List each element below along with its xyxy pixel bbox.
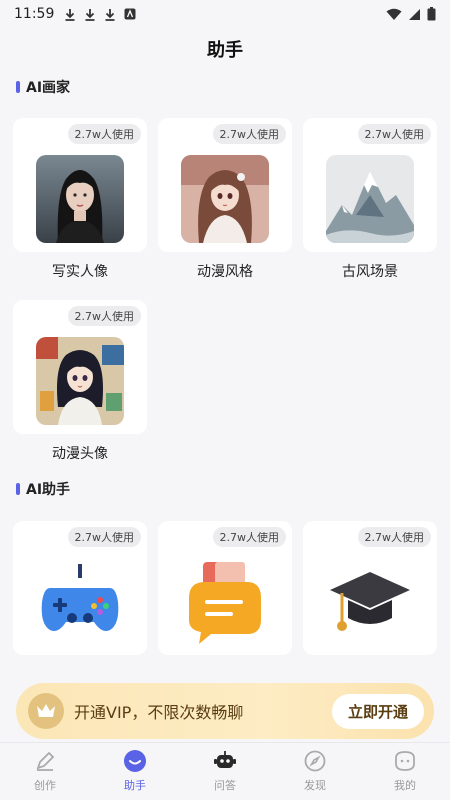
section-accent-bar — [16, 81, 20, 93]
wifi-icon — [386, 8, 402, 21]
app-notification-icon — [124, 8, 136, 21]
tab-mine[interactable]: 我的 — [360, 743, 450, 800]
face-icon — [392, 748, 418, 774]
usage-badge: 2.7w人使用 — [212, 527, 286, 547]
gamepad-icon — [36, 558, 124, 646]
robot-icon — [212, 748, 238, 774]
tab-assistant[interactable]: 助手 — [90, 743, 180, 800]
compass-icon — [302, 748, 328, 774]
card-label: 写实人像 — [52, 264, 108, 280]
crown-icon — [28, 693, 64, 729]
section-accent-bar — [16, 483, 20, 495]
card-label: 动漫头像 — [52, 446, 108, 462]
section-title: AI画家 — [26, 80, 71, 96]
tab-label: 助手 — [124, 779, 146, 792]
vip-open-button[interactable]: 立即开通 — [331, 693, 424, 729]
anime-style-image — [181, 155, 269, 243]
tab-label: 发现 — [304, 779, 326, 792]
ancient-landscape-image — [326, 155, 414, 243]
tab-label: 我的 — [394, 779, 416, 792]
card-anime-style[interactable]: 2.7w人使用 — [158, 118, 292, 252]
download-icon — [104, 8, 116, 21]
usage-badge: 2.7w人使用 — [67, 527, 141, 547]
anime-avatar-image — [36, 337, 124, 425]
vip-banner[interactable]: 开通VIP，不限次数畅聊 立即开通 — [16, 683, 434, 739]
smile-icon — [122, 748, 148, 774]
card-study-assistant[interactable]: 2.7w人使用 — [303, 521, 437, 655]
card-game-assistant[interactable]: 2.7w人使用 — [13, 521, 147, 655]
usage-badge: 2.7w人使用 — [357, 527, 431, 547]
download-icon — [84, 8, 96, 21]
battery-icon — [427, 7, 436, 21]
card-label: 古风场景 — [342, 264, 398, 280]
card-label: 动漫风格 — [197, 264, 253, 280]
usage-badge: 2.7w人使用 — [212, 124, 286, 144]
page-title: 助手 — [207, 40, 243, 61]
card-ancient-landscape[interactable]: 2.7w人使用 — [303, 118, 437, 252]
graduation-cap-icon — [326, 558, 414, 646]
pencil-icon — [32, 748, 58, 774]
signal-icon — [408, 8, 421, 21]
status-time: 11:59 — [14, 6, 55, 22]
usage-badge: 2.7w人使用 — [67, 306, 141, 326]
tab-label: 创作 — [34, 779, 56, 792]
notification-icons — [64, 8, 136, 21]
bottom-tab-bar: 创作 助手 问答 发现 我的 — [0, 742, 450, 800]
card-realistic-portrait[interactable]: 2.7w人使用 — [13, 118, 147, 252]
tab-discover[interactable]: 发现 — [270, 743, 360, 800]
book-chat-icon — [181, 558, 269, 646]
tab-create[interactable]: 创作 — [0, 743, 90, 800]
section-header-ai-assistant: AI助手 — [16, 479, 70, 499]
download-icon — [64, 8, 76, 21]
realistic-portrait-image — [36, 155, 124, 243]
section-header-ai-painter: AI画家 — [16, 77, 70, 97]
tab-qa[interactable]: 问答 — [180, 743, 270, 800]
section-title: AI助手 — [26, 482, 71, 498]
card-anime-avatar[interactable]: 2.7w人使用 — [13, 300, 147, 434]
card-book-assistant[interactable]: 2.7w人使用 — [158, 521, 292, 655]
tab-label: 问答 — [214, 779, 236, 792]
usage-badge: 2.7w人使用 — [67, 124, 141, 144]
status-bar: 11:59 — [0, 0, 450, 28]
vip-banner-text: 开通VIP，不限次数畅聊 — [74, 703, 244, 722]
usage-badge: 2.7w人使用 — [357, 124, 431, 144]
